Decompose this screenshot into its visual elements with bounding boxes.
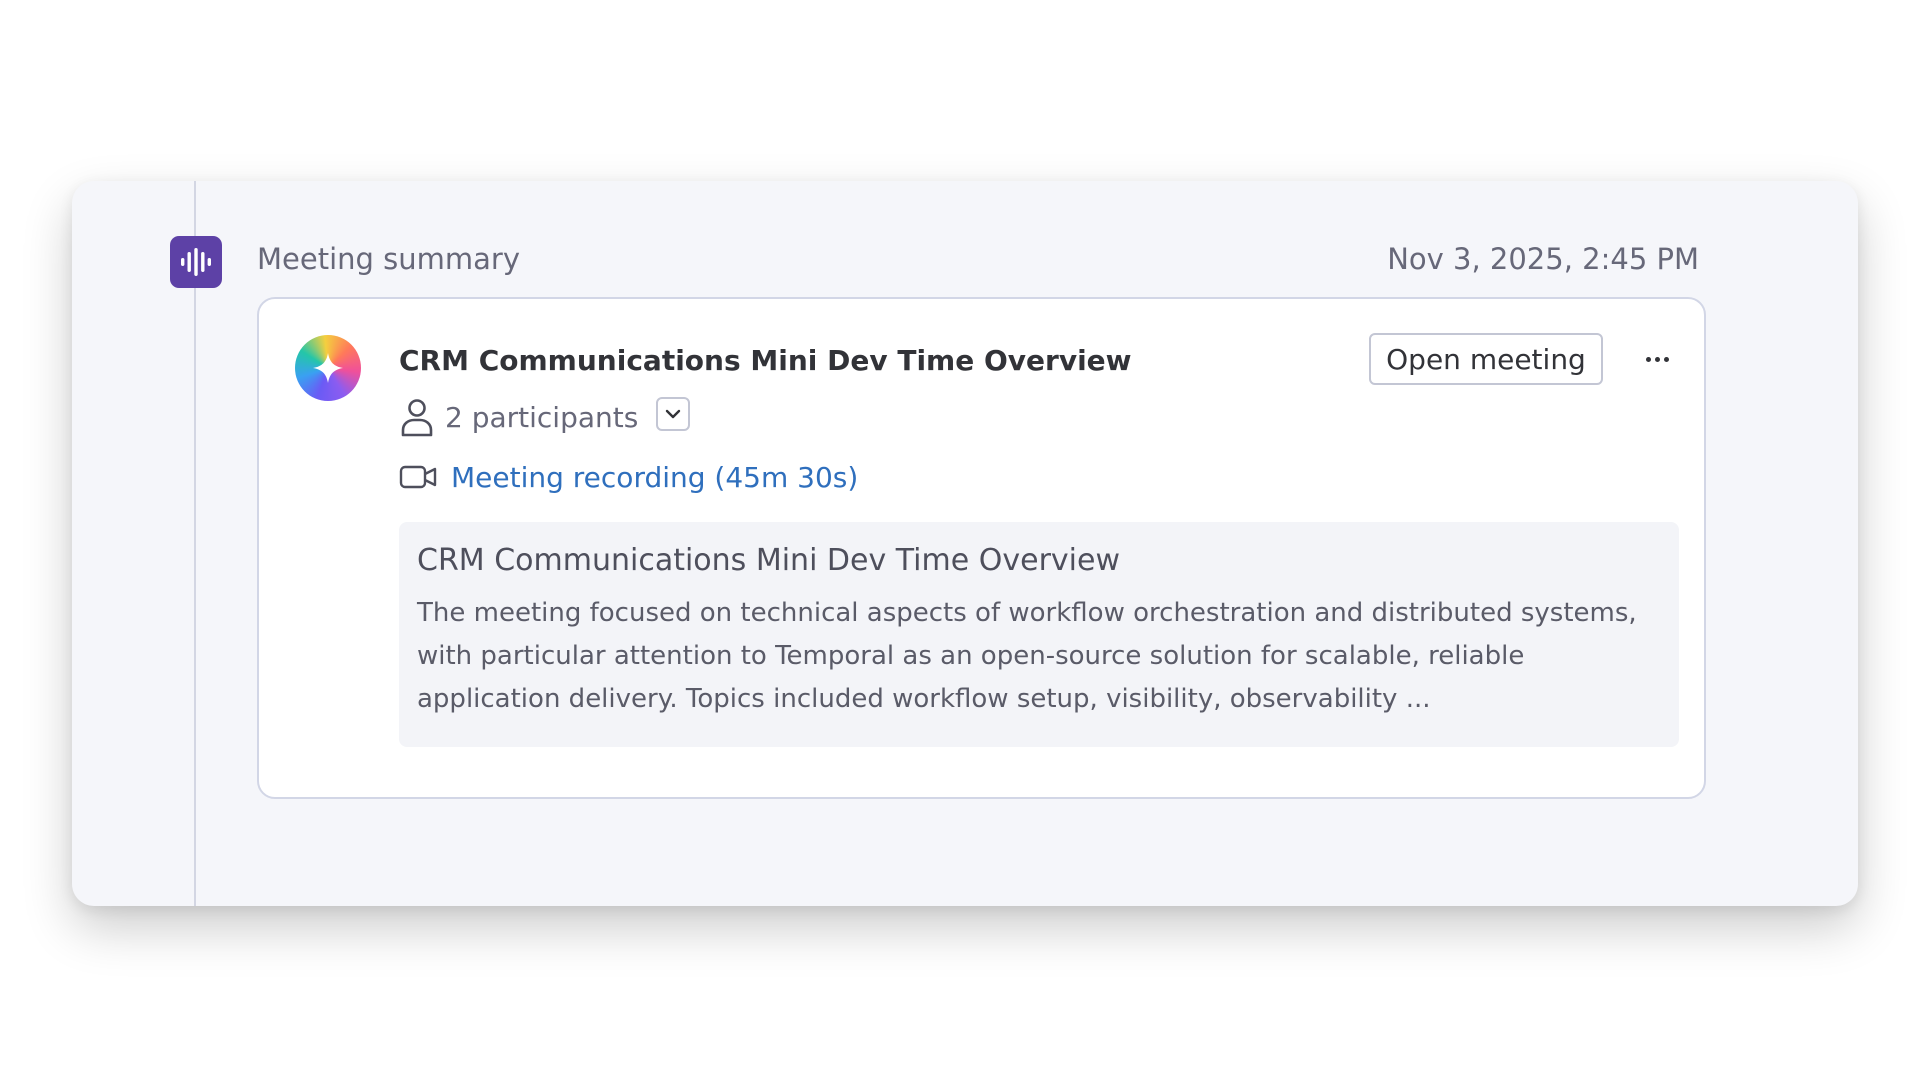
ai-sparkle-icon <box>295 335 361 401</box>
meeting-summary-panel: Meeting summary Nov 3, 2025, 2:45 PM CRM… <box>72 181 1858 906</box>
timeline-line <box>194 181 196 906</box>
video-camera-icon <box>399 465 437 489</box>
more-dot <box>1654 356 1660 362</box>
section-title: Meeting summary <box>257 242 520 276</box>
more-options-button[interactable] <box>1637 339 1677 379</box>
summary-box: CRM Communications Mini Dev Time Overvie… <box>399 522 1679 747</box>
participants-row: 2 participants <box>399 395 691 439</box>
person-icon <box>401 399 433 437</box>
recording-row: Meeting recording (45m 30s) <box>399 455 858 499</box>
participants-count: 2 participants <box>445 400 639 434</box>
meeting-title: CRM Communications Mini Dev Time Overvie… <box>399 344 1132 377</box>
meeting-card: CRM Communications Mini Dev Time Overvie… <box>257 297 1706 799</box>
more-dot <box>1663 356 1669 362</box>
summary-text: The meeting focused on technical aspects… <box>417 598 1637 714</box>
meeting-datetime: Nov 3, 2025, 2:45 PM <box>1387 242 1699 276</box>
audio-waveform-icon <box>170 236 222 288</box>
participants-toggle-button[interactable] <box>656 397 691 431</box>
more-horizontal-icon <box>1645 356 1651 362</box>
chevron-down-icon <box>666 409 681 419</box>
meeting-recording-link[interactable]: Meeting recording (45m 30s) <box>451 461 858 494</box>
summary-title: CRM Communications Mini Dev Time Overvie… <box>417 543 1120 578</box>
open-meeting-button[interactable]: Open meeting <box>1369 333 1603 385</box>
